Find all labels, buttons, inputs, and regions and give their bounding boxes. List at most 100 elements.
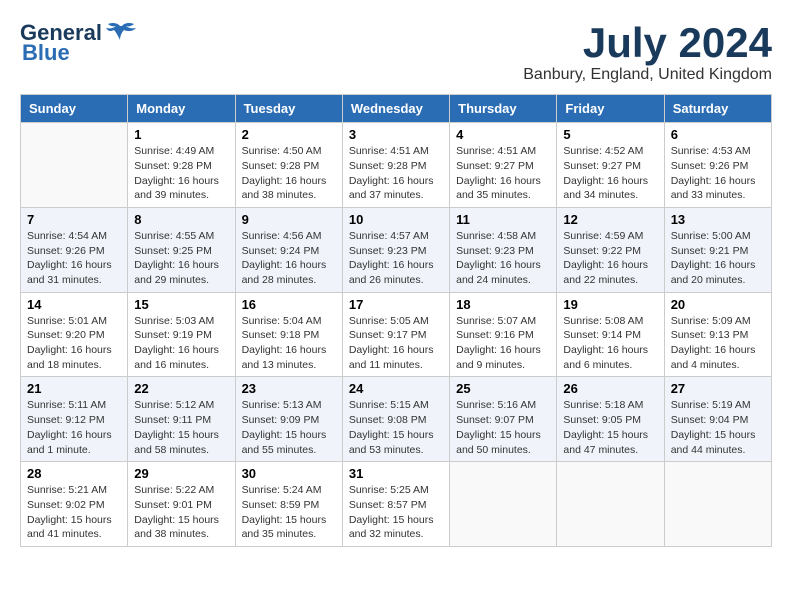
logo: General Blue	[20, 20, 138, 66]
day-info: Sunrise: 5:00 AM Sunset: 9:21 PM Dayligh…	[671, 229, 765, 288]
calendar-cell: 28 Sunrise: 5:21 AM Sunset: 9:02 PM Dayli…	[21, 462, 128, 547]
day-info: Sunrise: 5:12 AM Sunset: 9:11 PM Dayligh…	[134, 398, 228, 457]
day-number: 17	[349, 297, 443, 312]
day-number: 28	[27, 466, 121, 481]
day-info: Sunrise: 4:54 AM Sunset: 9:26 PM Dayligh…	[27, 229, 121, 288]
calendar-cell: 3Sunrise: 4:51 AM Sunset: 9:28 PM Daylig…	[342, 123, 449, 208]
day-info: Sunrise: 5:01 AM Sunset: 9:20 PM Dayligh…	[27, 314, 121, 373]
day-number: 16	[242, 297, 336, 312]
calendar-cell: 15 Sunrise: 5:03 AM Sunset: 9:19 PM Dayli…	[128, 292, 235, 377]
day-info: Sunrise: 4:51 AM Sunset: 9:27 PM Dayligh…	[456, 144, 550, 203]
day-number: 12	[563, 212, 657, 227]
day-number: 7	[27, 212, 121, 227]
weekday-header-monday: Monday	[128, 95, 235, 123]
day-info: Sunrise: 5:09 AM Sunset: 9:13 PM Dayligh…	[671, 314, 765, 373]
day-info: Sunrise: 4:59 AM Sunset: 9:22 PM Dayligh…	[563, 229, 657, 288]
day-info: Sunrise: 4:58 AM Sunset: 9:23 PM Dayligh…	[456, 229, 550, 288]
calendar-cell: 18 Sunrise: 5:07 AM Sunset: 9:16 PM Dayli…	[450, 292, 557, 377]
calendar-cell	[21, 123, 128, 208]
calendar-week-row: 14 Sunrise: 5:01 AM Sunset: 9:20 PM Dayli…	[21, 292, 772, 377]
calendar-cell: 7 Sunrise: 4:54 AM Sunset: 9:26 PM Daylig…	[21, 207, 128, 292]
day-info: Sunrise: 5:07 AM Sunset: 9:16 PM Dayligh…	[456, 314, 550, 373]
day-number: 25	[456, 381, 550, 396]
day-number: 1	[134, 127, 228, 142]
calendar-cell: 31 Sunrise: 5:25 AM Sunset: 8:57 PM Dayli…	[342, 462, 449, 547]
day-number: 18	[456, 297, 550, 312]
day-info: Sunrise: 4:53 AM Sunset: 9:26 PM Dayligh…	[671, 144, 765, 203]
calendar-cell: 6 Sunrise: 4:53 AM Sunset: 9:26 PM Daylig…	[664, 123, 771, 208]
title-block: July 2024 Banbury, England, United Kingd…	[523, 20, 772, 84]
day-number: 15	[134, 297, 228, 312]
calendar-cell	[664, 462, 771, 547]
calendar-cell: 22 Sunrise: 5:12 AM Sunset: 9:11 PM Dayli…	[128, 377, 235, 462]
day-number: 27	[671, 381, 765, 396]
calendar-cell: 26Sunrise: 5:18 AM Sunset: 9:05 PM Dayli…	[557, 377, 664, 462]
day-number: 5	[563, 127, 657, 142]
calendar-cell: 1Sunrise: 4:49 AM Sunset: 9:28 PM Daylig…	[128, 123, 235, 208]
calendar-cell: 23Sunrise: 5:13 AM Sunset: 9:09 PM Dayli…	[235, 377, 342, 462]
calendar-cell	[557, 462, 664, 547]
calendar-cell: 8 Sunrise: 4:55 AM Sunset: 9:25 PM Daylig…	[128, 207, 235, 292]
calendar-cell: 2 Sunrise: 4:50 AM Sunset: 9:28 PM Daylig…	[235, 123, 342, 208]
day-info: Sunrise: 4:52 AM Sunset: 9:27 PM Dayligh…	[563, 144, 657, 203]
day-number: 11	[456, 212, 550, 227]
day-number: 14	[27, 297, 121, 312]
day-number: 10	[349, 212, 443, 227]
day-number: 8	[134, 212, 228, 227]
day-number: 6	[671, 127, 765, 142]
weekday-header-row: SundayMondayTuesdayWednesdayThursdayFrid…	[21, 95, 772, 123]
day-info: Sunrise: 5:15 AM Sunset: 9:08 PM Dayligh…	[349, 398, 443, 457]
day-info: Sunrise: 5:21 AM Sunset: 9:02 PM Dayligh…	[27, 483, 121, 542]
weekday-header-wednesday: Wednesday	[342, 95, 449, 123]
day-number: 2	[242, 127, 336, 142]
day-number: 22	[134, 381, 228, 396]
day-number: 29	[134, 466, 228, 481]
calendar-week-row: 28 Sunrise: 5:21 AM Sunset: 9:02 PM Dayli…	[21, 462, 772, 547]
day-number: 3	[349, 127, 443, 142]
day-number: 19	[563, 297, 657, 312]
day-info: Sunrise: 5:03 AM Sunset: 9:19 PM Dayligh…	[134, 314, 228, 373]
day-number: 30	[242, 466, 336, 481]
logo-bird-icon	[106, 22, 138, 44]
day-info: Sunrise: 5:22 AM Sunset: 9:01 PM Dayligh…	[134, 483, 228, 542]
calendar-table: SundayMondayTuesdayWednesdayThursdayFrid…	[20, 94, 772, 547]
day-info: Sunrise: 5:24 AM Sunset: 8:59 PM Dayligh…	[242, 483, 336, 542]
calendar-cell: 20 Sunrise: 5:09 AM Sunset: 9:13 PM Dayli…	[664, 292, 771, 377]
calendar-cell: 4 Sunrise: 4:51 AM Sunset: 9:27 PM Daylig…	[450, 123, 557, 208]
calendar-cell: 9 Sunrise: 4:56 AM Sunset: 9:24 PM Daylig…	[235, 207, 342, 292]
day-number: 4	[456, 127, 550, 142]
calendar-cell	[450, 462, 557, 547]
day-info: Sunrise: 4:55 AM Sunset: 9:25 PM Dayligh…	[134, 229, 228, 288]
day-number: 21	[27, 381, 121, 396]
day-info: Sunrise: 5:25 AM Sunset: 8:57 PM Dayligh…	[349, 483, 443, 542]
day-number: 31	[349, 466, 443, 481]
calendar-week-row: 7 Sunrise: 4:54 AM Sunset: 9:26 PM Daylig…	[21, 207, 772, 292]
day-number: 26	[563, 381, 657, 396]
day-info: Sunrise: 5:11 AM Sunset: 9:12 PM Dayligh…	[27, 398, 121, 457]
day-number: 9	[242, 212, 336, 227]
day-number: 20	[671, 297, 765, 312]
day-info: Sunrise: 4:56 AM Sunset: 9:24 PM Dayligh…	[242, 229, 336, 288]
calendar-cell: 19Sunrise: 5:08 AM Sunset: 9:14 PM Dayli…	[557, 292, 664, 377]
calendar-cell: 14 Sunrise: 5:01 AM Sunset: 9:20 PM Dayli…	[21, 292, 128, 377]
day-number: 24	[349, 381, 443, 396]
page-header: General Blue July 2024 Banbury, England,…	[20, 20, 772, 84]
weekday-header-friday: Friday	[557, 95, 664, 123]
day-info: Sunrise: 5:04 AM Sunset: 9:18 PM Dayligh…	[242, 314, 336, 373]
calendar-cell: 13Sunrise: 5:00 AM Sunset: 9:21 PM Dayli…	[664, 207, 771, 292]
weekday-header-thursday: Thursday	[450, 95, 557, 123]
calendar-cell: 30 Sunrise: 5:24 AM Sunset: 8:59 PM Dayli…	[235, 462, 342, 547]
calendar-week-row: 1Sunrise: 4:49 AM Sunset: 9:28 PM Daylig…	[21, 123, 772, 208]
location-text: Banbury, England, United Kingdom	[523, 66, 772, 84]
calendar-cell: 27 Sunrise: 5:19 AM Sunset: 9:04 PM Dayli…	[664, 377, 771, 462]
day-info: Sunrise: 5:19 AM Sunset: 9:04 PM Dayligh…	[671, 398, 765, 457]
calendar-week-row: 21 Sunrise: 5:11 AM Sunset: 9:12 PM Dayli…	[21, 377, 772, 462]
calendar-cell: 24 Sunrise: 5:15 AM Sunset: 9:08 PM Dayli…	[342, 377, 449, 462]
calendar-cell: 10 Sunrise: 4:57 AM Sunset: 9:23 PM Dayli…	[342, 207, 449, 292]
calendar-cell: 25Sunrise: 5:16 AM Sunset: 9:07 PM Dayli…	[450, 377, 557, 462]
weekday-header-sunday: Sunday	[21, 95, 128, 123]
day-info: Sunrise: 4:50 AM Sunset: 9:28 PM Dayligh…	[242, 144, 336, 203]
month-title: July 2024	[523, 20, 772, 66]
calendar-cell: 21 Sunrise: 5:11 AM Sunset: 9:12 PM Dayli…	[21, 377, 128, 462]
day-info: Sunrise: 4:57 AM Sunset: 9:23 PM Dayligh…	[349, 229, 443, 288]
